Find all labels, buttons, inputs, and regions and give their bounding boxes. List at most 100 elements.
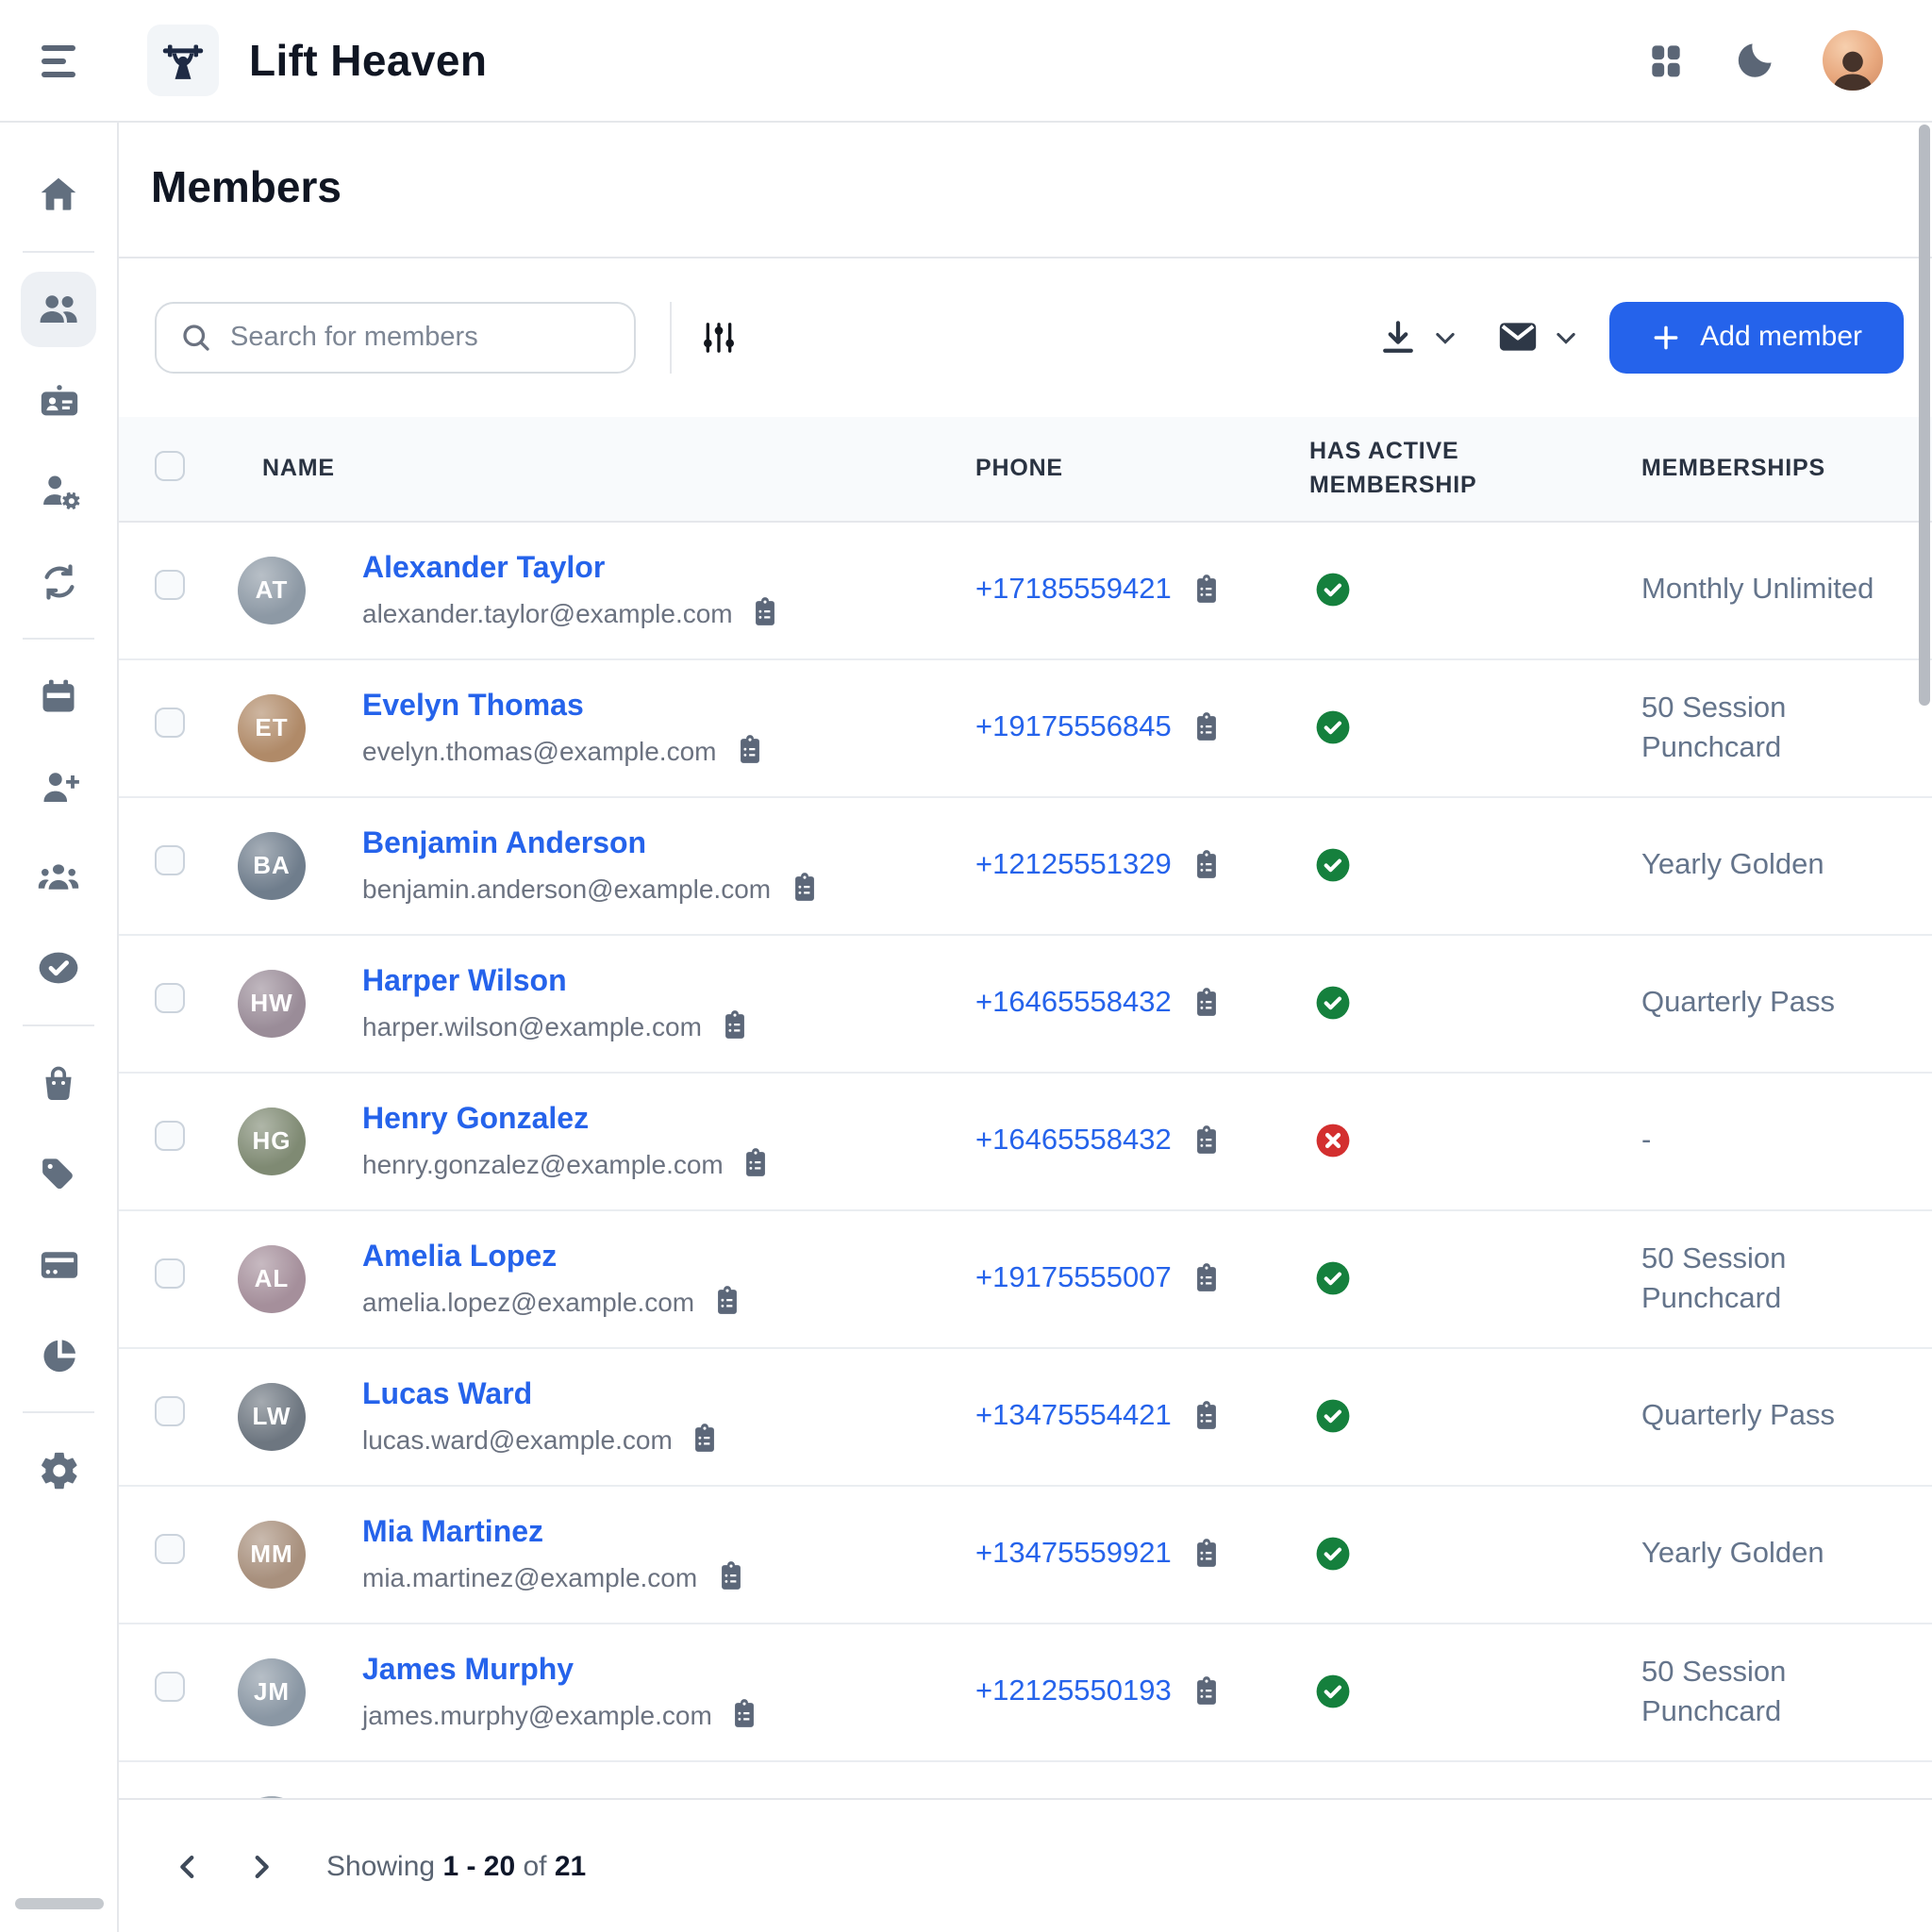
member-name-link[interactable]: Henry Gonzalez	[362, 1102, 589, 1140]
sidebar-item-shop[interactable]	[21, 1045, 96, 1121]
table-row[interactable]: MM Mia Martinez mia.martinez@example.com…	[119, 1487, 1932, 1624]
export-download-icon[interactable]	[1377, 317, 1419, 358]
email-members-icon[interactable]	[1496, 316, 1540, 359]
next-page-icon[interactable]	[245, 1850, 277, 1882]
table-row[interactable]: HW Harper Wilson harper.wilson@example.c…	[119, 936, 1932, 1074]
member-phone-link[interactable]: +13475554421	[975, 1400, 1172, 1434]
sidebar-item-member-settings[interactable]	[21, 453, 96, 528]
menu-icon[interactable]	[42, 44, 79, 76]
previous-page-icon[interactable]	[172, 1850, 204, 1882]
search-box	[155, 302, 636, 374]
filter-sliders-icon[interactable]	[700, 319, 738, 357]
row-checkbox[interactable]	[155, 1673, 185, 1703]
row-checkbox[interactable]	[155, 846, 185, 876]
column-header-phone[interactable]: PHONE	[975, 456, 1309, 482]
row-checkbox[interactable]	[155, 1535, 185, 1565]
row-checkbox[interactable]	[155, 571, 185, 601]
copy-phone-icon[interactable]	[1191, 1676, 1223, 1708]
column-header-active[interactable]: HAS ACTIVE MEMBERSHIP	[1309, 435, 1536, 504]
member-name-link[interactable]: James Murphy	[362, 1653, 574, 1690]
sidebar-item-billing[interactable]	[21, 1226, 96, 1302]
row-checkbox[interactable]	[155, 1259, 185, 1290]
search-input[interactable]	[230, 323, 611, 353]
member-phone-link[interactable]: +12125551329	[975, 849, 1172, 883]
sidebar-item-groups[interactable]	[21, 840, 96, 915]
sidebar-item-home[interactable]	[21, 157, 96, 232]
member-name-link[interactable]: Lucas Ward	[362, 1377, 532, 1415]
add-member-button[interactable]: Add member	[1609, 302, 1904, 374]
copy-email-icon[interactable]	[788, 873, 820, 905]
membership-text: 50 Session Punchcard	[1630, 689, 1887, 768]
sidebar-item-members[interactable]	[21, 272, 96, 347]
copy-phone-icon[interactable]	[1191, 850, 1223, 882]
copy-phone-icon[interactable]	[1191, 1263, 1223, 1295]
member-avatar: AT	[238, 557, 306, 625]
export-options-chevron-icon[interactable]	[1432, 325, 1458, 351]
table-row[interactable]: JM James Murphy james.murphy@example.com…	[119, 1624, 1932, 1762]
sidebar-item-memberships[interactable]	[21, 362, 96, 438]
sidebar-item-reports[interactable]	[21, 1317, 96, 1392]
copy-email-icon[interactable]	[741, 1148, 773, 1180]
plus-icon	[1651, 323, 1681, 353]
copy-email-icon[interactable]	[734, 735, 766, 767]
sidebar-item-checkins[interactable]	[21, 930, 96, 1006]
copy-phone-icon[interactable]	[1191, 988, 1223, 1020]
member-name-link[interactable]: Amelia Lopez	[362, 1240, 557, 1277]
sidebar-item-add-member[interactable]	[21, 749, 96, 824]
member-phone-link[interactable]: +17185559421	[975, 574, 1172, 608]
membership-text: 50 Session Punchcard	[1630, 1240, 1887, 1319]
row-checkbox[interactable]	[155, 708, 185, 739]
sidebar-divider	[23, 251, 94, 253]
email-options-chevron-icon[interactable]	[1553, 325, 1579, 351]
row-checkbox[interactable]	[155, 984, 185, 1014]
member-name-link[interactable]: Evelyn Thomas	[362, 689, 584, 726]
member-phone-link[interactable]: +12125550193	[975, 1675, 1172, 1709]
copy-phone-icon[interactable]	[1191, 1125, 1223, 1158]
table-row[interactable]: AL Amelia Lopez amelia.lopez@example.com…	[119, 1211, 1932, 1349]
membership-text: Yearly Golden	[1630, 1535, 1887, 1574]
member-phone-link[interactable]: +16465558432	[975, 987, 1172, 1021]
column-header-name[interactable]: NAME	[238, 456, 975, 482]
copy-email-icon[interactable]	[719, 1010, 751, 1042]
copy-phone-icon[interactable]	[1191, 575, 1223, 607]
row-checkbox[interactable]	[155, 1397, 185, 1427]
member-name-link[interactable]: Mia Martinez	[362, 1515, 543, 1553]
table-row[interactable]: ID Isabella Davis	[119, 1762, 1932, 1798]
sidebar-scrollbar[interactable]	[15, 1898, 104, 1909]
sidebar-item-sync[interactable]	[21, 543, 96, 619]
member-phone-link[interactable]: +16465558432	[975, 1124, 1172, 1158]
id-card-icon	[37, 378, 80, 422]
apps-grid-icon[interactable]	[1645, 40, 1687, 81]
sidebar-item-settings[interactable]	[21, 1432, 96, 1507]
table-row[interactable]: BA Benjamin Anderson benjamin.anderson@e…	[119, 798, 1932, 936]
table-row[interactable]: LW Lucas Ward lucas.ward@example.com +13…	[119, 1349, 1932, 1487]
search-icon	[179, 321, 213, 355]
copy-phone-icon[interactable]	[1191, 1401, 1223, 1433]
copy-email-icon[interactable]	[711, 1286, 743, 1318]
copy-email-icon[interactable]	[690, 1424, 722, 1456]
member-name-link[interactable]: Alexander Taylor	[362, 551, 605, 589]
pagination-status: Showing 1 - 20 of 21	[326, 1850, 586, 1882]
sidebar-item-tags[interactable]	[21, 1136, 96, 1211]
member-name-link[interactable]: Benjamin Anderson	[362, 826, 646, 864]
user-avatar[interactable]	[1823, 30, 1883, 91]
table-row[interactable]: ET Evelyn Thomas evelyn.thomas@example.c…	[119, 660, 1932, 798]
copy-email-icon[interactable]	[750, 597, 782, 629]
member-name-link[interactable]: Harper Wilson	[362, 964, 567, 1002]
column-header-memberships[interactable]: MEMBERSHIPS	[1630, 456, 1932, 482]
copy-email-icon[interactable]	[729, 1699, 761, 1731]
copy-email-icon[interactable]	[714, 1561, 746, 1593]
member-phone-link[interactable]: +13475559921	[975, 1538, 1172, 1572]
sidebar-item-calendar[interactable]	[21, 658, 96, 734]
member-phone-link[interactable]: +19175555007	[975, 1262, 1172, 1296]
table-row[interactable]: HG Henry Gonzalez henry.gonzalez@example…	[119, 1074, 1932, 1211]
copy-phone-icon[interactable]	[1191, 1539, 1223, 1571]
copy-phone-icon[interactable]	[1191, 712, 1223, 744]
table-row[interactable]: AT Alexander Taylor alexander.taylor@exa…	[119, 523, 1932, 660]
table-header: NAME PHONE HAS ACTIVE MEMBERSHIP MEMBERS…	[119, 417, 1932, 523]
row-checkbox[interactable]	[155, 1122, 185, 1152]
select-all-checkbox[interactable]	[155, 451, 185, 481]
dark-mode-moon-icon[interactable]	[1732, 38, 1777, 83]
vertical-scrollbar[interactable]	[1919, 125, 1930, 706]
member-phone-link[interactable]: +19175556845	[975, 711, 1172, 745]
